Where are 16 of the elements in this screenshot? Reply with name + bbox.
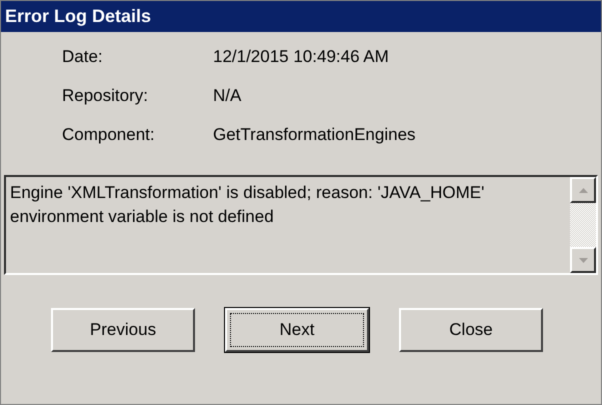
scroll-up-button[interactable] — [570, 177, 596, 203]
field-label: Repository: — [62, 86, 149, 106]
dialog-button[interactable]: Previous — [51, 308, 195, 352]
scrollbar[interactable] — [570, 177, 596, 273]
field-value: GetTransformationEngines — [213, 125, 417, 145]
dialog-button[interactable]: Close — [399, 308, 543, 352]
window-title: Error Log Details — [5, 6, 152, 27]
field-value: 12/1/2015 10:49:46 AM — [213, 47, 390, 67]
dialog-button[interactable]: Next — [225, 308, 369, 352]
down-arrow-icon — [578, 258, 588, 262]
field-label: Date: — [62, 47, 104, 67]
error-message: Engine 'XMLTransformation' is disabled; reason: 'JAVA_HOME' environment variable is not defined — [9, 182, 486, 228]
field-value: N/A — [213, 86, 242, 106]
scroll-down-button[interactable] — [570, 247, 596, 273]
up-arrow-icon — [578, 188, 588, 192]
field-label: Component: — [62, 125, 156, 145]
